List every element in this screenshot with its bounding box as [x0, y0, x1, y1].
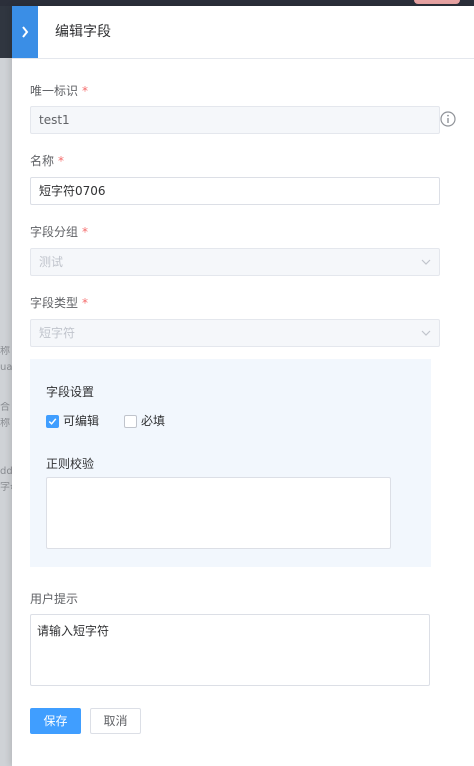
editable-checkbox-label: 可编辑 [63, 414, 100, 428]
collapse-drawer-button[interactable] [12, 6, 38, 58]
regex-textarea[interactable] [46, 477, 391, 549]
chevron-down-icon [421, 259, 431, 265]
type-select[interactable]: 短字符 [30, 319, 440, 347]
id-label-text: 唯一标识 [30, 84, 79, 98]
field-settings-title: 字段设置 [46, 385, 95, 399]
id-input[interactable]: test1 [30, 106, 440, 134]
background-text: 称 [0, 418, 10, 429]
required-checkbox-label: 必填 [141, 414, 166, 428]
field-settings-panel: 字段设置 可编辑 必填 正则校验 [30, 359, 431, 567]
save-button[interactable]: 保存 [30, 708, 81, 734]
group-select-value: 测试 [39, 255, 64, 269]
chevron-down-icon [421, 330, 431, 336]
background-close-pill [414, 0, 460, 4]
checkbox-box [124, 415, 137, 428]
drawer-header: 编辑字段 [12, 6, 474, 59]
name-label-text: 名称 [30, 154, 55, 168]
checkbox-box [46, 415, 59, 428]
hint-textarea[interactable]: 请输入短字符 [30, 614, 430, 686]
name-label: 名称 * [30, 153, 64, 169]
name-input[interactable]: 短字符0706 [30, 177, 440, 205]
required-mark: * [82, 225, 89, 239]
check-icon [48, 418, 57, 425]
type-select-value: 短字符 [39, 326, 76, 340]
background-text: 字母 [0, 482, 12, 493]
required-mark: * [82, 296, 89, 310]
cancel-button[interactable]: 取消 [90, 708, 141, 734]
background-text: dd [0, 466, 12, 477]
info-circle-icon[interactable] [440, 111, 456, 127]
required-mark: * [58, 154, 65, 168]
background-text: ual [0, 362, 12, 373]
group-select[interactable]: 测试 [30, 248, 440, 276]
background-header [0, 6, 12, 58]
required-mark: * [82, 84, 89, 98]
background-text: 合 [0, 402, 10, 413]
type-label: 字段类型 * [30, 295, 88, 311]
background-text: 称 [0, 346, 10, 357]
hint-label: 用户提示 [30, 592, 79, 606]
background-page: 称 ual 合 称 dd 字母 [0, 6, 12, 766]
drawer-title: 编辑字段 [55, 24, 111, 40]
chevron-right-icon [22, 26, 29, 38]
type-label-text: 字段类型 [30, 296, 79, 310]
group-label-text: 字段分组 [30, 225, 79, 239]
group-label: 字段分组 * [30, 224, 88, 240]
edit-field-drawer: 编辑字段 唯一标识 * test1 名称 * 短字符0706 字段分组 * 测试 字段… [12, 6, 474, 766]
regex-label: 正则校验 [46, 457, 95, 471]
id-label: 唯一标识 * [30, 83, 88, 99]
